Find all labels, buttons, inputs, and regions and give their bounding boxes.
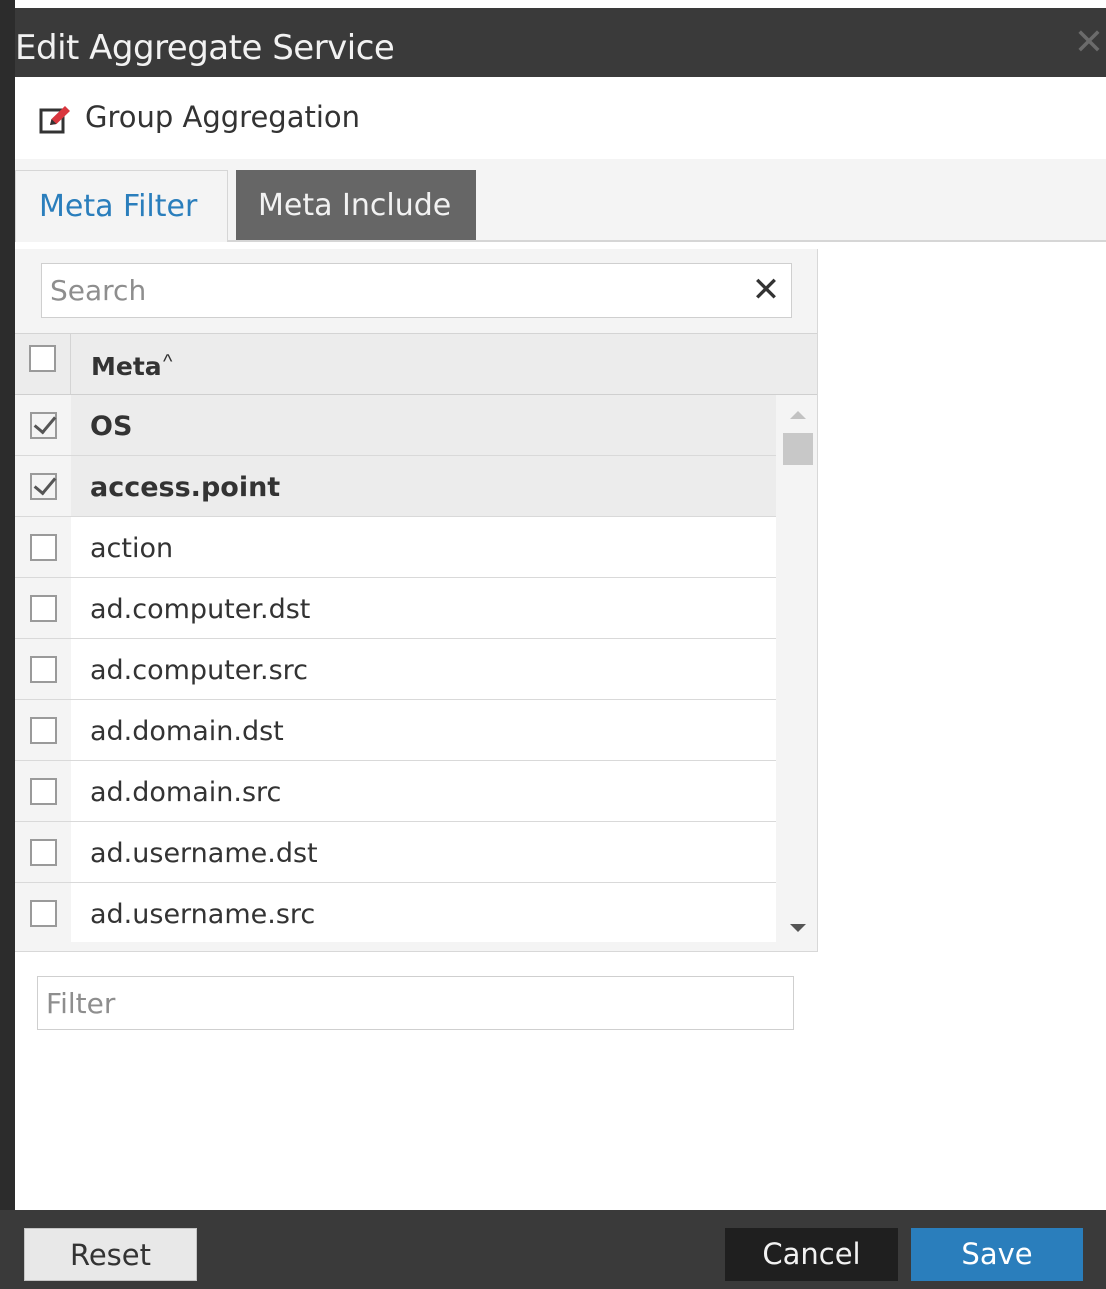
row-check-cell <box>15 395 71 455</box>
row-check-cell <box>15 639 71 699</box>
dialog-top-edge <box>0 0 1106 8</box>
row-label: ad.username.src <box>90 899 316 930</box>
list-item[interactable]: OS <box>15 395 776 456</box>
row-checkbox[interactable] <box>30 900 57 927</box>
list-item[interactable]: access.point <box>15 456 776 517</box>
row-label: ad.computer.src <box>90 655 309 686</box>
row-label: ad.computer.dst <box>90 594 311 625</box>
list-item[interactable]: action <box>15 517 776 578</box>
scroll-up-arrow-icon[interactable] <box>790 411 806 419</box>
row-checkbox[interactable] <box>30 534 57 561</box>
grid-header: Meta ^ <box>15 333 817 395</box>
edit-aggregate-service-dialog: Edit Aggregate Service ✕ Group Aggregati… <box>0 0 1106 1289</box>
row-label: OS <box>90 411 133 442</box>
tab-meta-include[interactable]: Meta Include <box>236 170 476 240</box>
row-checkbox[interactable] <box>30 412 57 439</box>
row-check-cell <box>15 761 71 821</box>
tab-meta-filter[interactable]: Meta Filter <box>15 170 228 242</box>
close-icon[interactable]: ✕ <box>1072 22 1106 62</box>
dialog-title-bar: Edit Aggregate Service ✕ <box>0 8 1106 77</box>
search-input[interactable] <box>42 264 742 317</box>
row-label: ad.domain.src <box>90 777 282 808</box>
dialog-footer: Reset Cancel Save <box>0 1210 1106 1289</box>
row-check-cell <box>15 456 71 516</box>
list-item[interactable]: ad.domain.src <box>15 761 776 822</box>
reset-button[interactable]: Reset <box>24 1228 197 1281</box>
list-item[interactable]: ad.domain.dst <box>15 700 776 761</box>
search-box: ✕ <box>41 263 792 318</box>
list-scrollbar[interactable] <box>776 395 817 946</box>
row-check-cell <box>15 700 71 760</box>
tab-meta-include-label: Meta Include <box>258 188 452 223</box>
select-all-checkbox[interactable] <box>29 345 56 372</box>
filter-box <box>37 976 794 1030</box>
list-item[interactable]: ad.username.dst <box>15 822 776 883</box>
dialog-title: Edit Aggregate Service <box>15 28 395 68</box>
row-check-cell <box>15 578 71 638</box>
list-item[interactable]: ad.computer.src <box>15 639 776 700</box>
row-label: action <box>90 533 174 564</box>
scrollbar-thumb[interactable] <box>783 433 813 465</box>
row-check-cell <box>15 883 71 942</box>
row-checkbox[interactable] <box>30 717 57 744</box>
edit-icon <box>39 106 70 134</box>
row-label: ad.username.dst <box>90 838 318 869</box>
row-checkbox[interactable] <box>30 473 57 500</box>
save-button[interactable]: Save <box>911 1228 1083 1281</box>
row-checkbox[interactable] <box>30 778 57 805</box>
scroll-down-arrow-icon[interactable] <box>790 924 806 932</box>
sort-ascending-icon[interactable]: ^ <box>163 351 172 374</box>
dialog-left-border <box>0 0 15 1289</box>
cancel-button[interactable]: Cancel <box>725 1228 898 1281</box>
row-checkbox[interactable] <box>30 595 57 622</box>
clear-search-icon[interactable]: ✕ <box>751 273 781 307</box>
filter-input[interactable] <box>38 977 793 1029</box>
tab-meta-filter-label: Meta Filter <box>39 189 198 224</box>
meta-list: OS access.point action ad.computer.dst a… <box>15 395 776 942</box>
row-checkbox[interactable] <box>30 839 57 866</box>
row-checkbox[interactable] <box>30 656 57 683</box>
section-header: Group Aggregation <box>15 77 1106 159</box>
row-label: access.point <box>90 472 281 503</box>
list-item[interactable]: ad.computer.dst <box>15 578 776 639</box>
row-label: ad.domain.dst <box>90 716 284 747</box>
list-item[interactable]: ad.username.src <box>15 883 776 942</box>
row-check-cell <box>15 517 71 577</box>
group-aggregation-title: Group Aggregation <box>85 100 361 134</box>
select-all-cell <box>15 334 71 394</box>
column-header-meta[interactable]: Meta <box>91 352 162 381</box>
row-check-cell <box>15 822 71 882</box>
